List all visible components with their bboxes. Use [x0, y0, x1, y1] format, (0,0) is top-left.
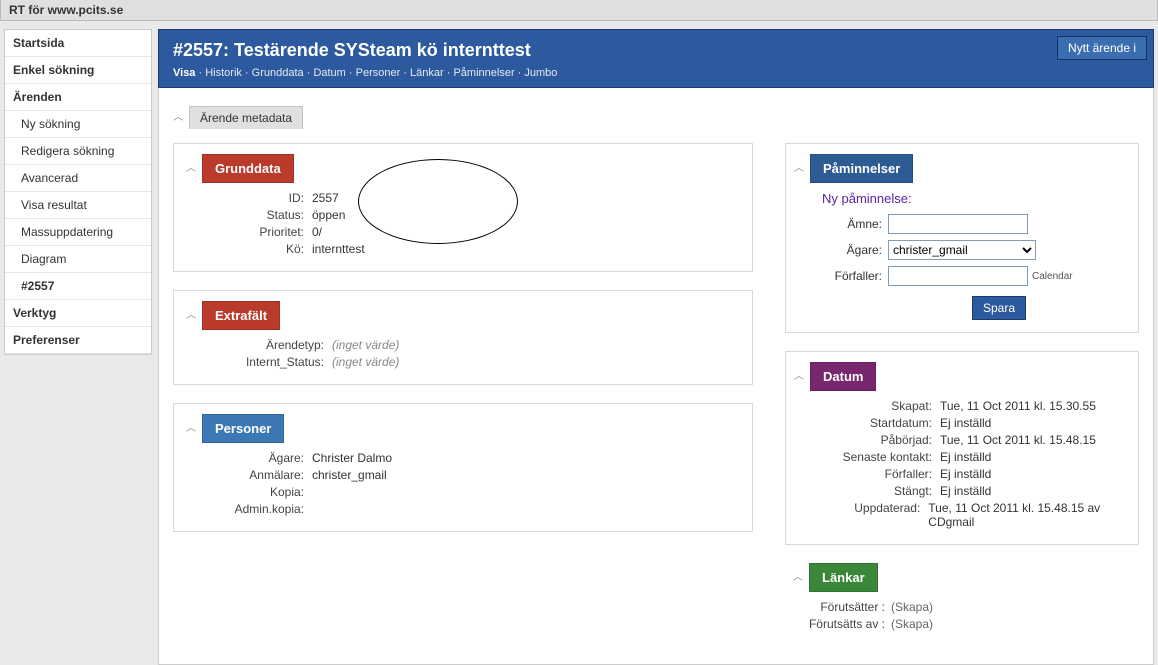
grunddata-box: ︿ Grunddata ID: 2557 Status: öppen Prioritet… — [173, 143, 753, 272]
paminnelser-title: Påminnelser — [810, 154, 913, 183]
tab-link[interactable]: Datum — [313, 67, 345, 79]
save-button[interactable]: Spara — [972, 296, 1026, 320]
field-value: Tue, 11 Oct 2011 kl. 15.48.15 — [940, 433, 1096, 447]
field-value: christer_gmail — [312, 468, 387, 482]
due-label: Förfaller: — [822, 269, 882, 283]
extrafalt-title: Extrafält — [202, 301, 280, 330]
sidebar: StartsidaEnkel sökningÄrendenNy sökningR… — [4, 29, 152, 355]
link-create[interactable]: (Skapa) — [891, 617, 933, 631]
field-label: Skapat: — [822, 399, 932, 413]
field-label: Stängt: — [822, 484, 932, 498]
personer-title: Personer — [202, 414, 284, 443]
field-value: Ej inställd — [940, 467, 991, 481]
link-label: Förutsätts av : — [793, 617, 885, 631]
field-value: Christer Dalmo — [312, 451, 392, 465]
field-label: Senaste kontakt: — [822, 450, 932, 464]
tab-link[interactable]: Länkar — [410, 67, 444, 79]
datum-box: ︿ Datum Skapat: Tue, 11 Oct 2011 kl. 15.3… — [785, 351, 1139, 545]
owner-label: Ägare: — [822, 243, 882, 257]
field-value: 2557 — [312, 191, 339, 205]
field-label: Admin.kopia: — [214, 502, 304, 516]
sidebar-item[interactable]: Preferenser — [5, 327, 151, 354]
field-value: internttest — [312, 242, 365, 256]
paminnelser-box: ︿ Påminnelser Ny påminnelse: Ämne: Ägare… — [785, 143, 1139, 333]
field-value: Ej inställd — [940, 450, 991, 464]
sidebar-item[interactable]: Visa resultat — [5, 192, 151, 219]
field-value: (inget värde) — [332, 338, 399, 352]
field-value: öppen — [312, 208, 345, 222]
sidebar-item[interactable]: Ny sökning — [5, 111, 151, 138]
page-title: #2557: Testärende SYSteam kö internttest — [173, 40, 1139, 61]
sidebar-item[interactable]: Diagram — [5, 246, 151, 273]
link-create[interactable]: (Skapa) — [891, 600, 933, 614]
owner-select[interactable]: christer_gmail — [888, 240, 1036, 260]
tab-link[interactable]: Påminnelser — [453, 67, 514, 79]
tab-link[interactable]: Jumbo — [524, 67, 557, 79]
field-value: 0/ — [312, 225, 322, 239]
link-label: Förutsätter : — [793, 600, 885, 614]
due-input[interactable] — [888, 266, 1028, 286]
field-label: ID: — [214, 191, 304, 205]
field-label: Prioritet: — [214, 225, 304, 239]
sidebar-item[interactable]: Verktyg — [5, 300, 151, 327]
metadata-tab: Ärende metadata — [189, 106, 303, 129]
field-value: (inget värde) — [332, 355, 399, 369]
collapse-icon[interactable]: ︿ — [793, 568, 803, 583]
ticket-tabs: Visa · Historik · Grunddata · Datum · Pe… — [173, 67, 1139, 79]
field-label: Kopia: — [214, 485, 304, 499]
field-value: Tue, 11 Oct 2011 kl. 15.30.55 — [940, 399, 1096, 413]
app-title-bar: RT för www.pcits.se — [0, 0, 1158, 21]
field-label: Internt_Status: — [214, 355, 324, 369]
grunddata-title: Grunddata — [202, 154, 294, 183]
field-value: Ej inställd — [940, 416, 991, 430]
field-label: Startdatum: — [822, 416, 932, 430]
new-reminder-heading: Ny påminnelse: — [822, 191, 1126, 206]
subject-input[interactable] — [888, 214, 1028, 234]
collapse-icon[interactable]: ︿ — [173, 108, 183, 123]
field-label: Förfaller: — [822, 467, 932, 481]
tab-visa[interactable]: Visa — [173, 67, 195, 79]
datum-title: Datum — [810, 362, 876, 391]
field-value: Ej inställd — [940, 484, 991, 498]
ticket-header: #2557: Testärende SYSteam kö internttest… — [158, 29, 1154, 88]
field-label: Anmälare: — [214, 468, 304, 482]
ticket-body: ︿ Ärende metadata ︿ Grunddata ID: 2557 Sta… — [158, 88, 1154, 665]
sidebar-item[interactable]: Startsida — [5, 30, 151, 57]
personer-box: ︿ Personer Ägare: Christer Dalmo Anmälare:… — [173, 403, 753, 532]
calendar-link[interactable]: Calendar — [1032, 271, 1073, 282]
field-value: Tue, 11 Oct 2011 kl. 15.48.15 av CDgmail — [928, 501, 1126, 529]
extrafalt-box: ︿ Extrafält Ärendetyp: (inget värde) Inter… — [173, 290, 753, 385]
tab-link[interactable]: Historik — [205, 67, 242, 79]
sidebar-item[interactable]: Ärenden — [5, 84, 151, 111]
collapse-icon[interactable]: ︿ — [186, 159, 196, 174]
field-label: Uppdaterad: — [822, 501, 920, 529]
field-label: Ägare: — [214, 451, 304, 465]
field-label: Påbörjad: — [822, 433, 932, 447]
field-label: Status: — [214, 208, 304, 222]
collapse-icon[interactable]: ︿ — [186, 306, 196, 321]
sidebar-item[interactable]: Massuppdatering — [5, 219, 151, 246]
subject-label: Ämne: — [822, 217, 882, 231]
collapse-icon[interactable]: ︿ — [794, 367, 804, 382]
tab-link[interactable]: Grunddata — [252, 67, 304, 79]
sidebar-item[interactable]: Redigera sökning — [5, 138, 151, 165]
lankar-title: Länkar — [809, 563, 878, 592]
sidebar-item[interactable]: Enkel sökning — [5, 57, 151, 84]
field-label: Ärendetyp: — [214, 338, 324, 352]
new-ticket-button[interactable]: Nytt ärende i — [1057, 36, 1147, 60]
sidebar-item[interactable]: #2557 — [5, 273, 151, 300]
sidebar-item[interactable]: Avancerad — [5, 165, 151, 192]
field-label: Kö: — [214, 242, 304, 256]
tab-link[interactable]: Personer — [356, 67, 401, 79]
collapse-icon[interactable]: ︿ — [794, 159, 804, 174]
collapse-icon[interactable]: ︿ — [186, 419, 196, 434]
